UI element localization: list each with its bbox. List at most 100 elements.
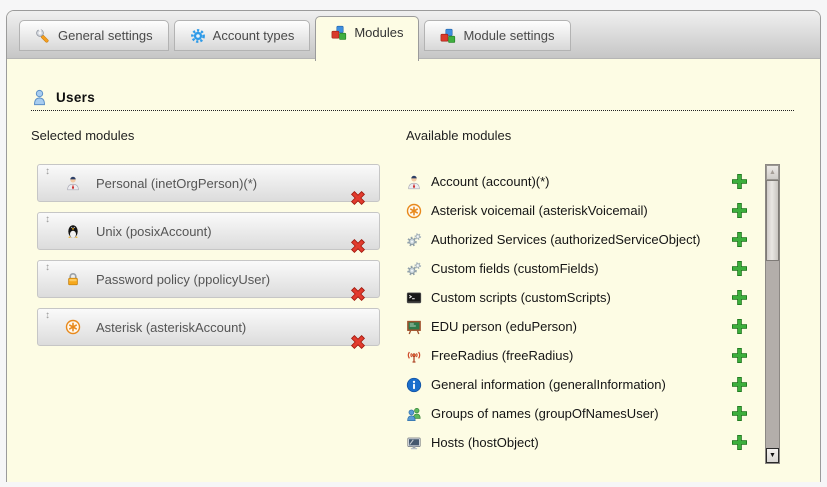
green-plus-icon	[731, 434, 748, 451]
person-icon	[406, 174, 422, 190]
scrollbar-up-button[interactable]: ▲	[766, 165, 779, 180]
add-module-button[interactable]	[731, 318, 748, 335]
gears-icon	[406, 261, 422, 277]
green-plus-icon	[731, 347, 748, 364]
tab-module-settings[interactable]: Module settings	[424, 20, 570, 51]
tab-label: Modules	[354, 25, 403, 40]
green-plus-icon	[731, 405, 748, 422]
available-module-row: Custom scripts (customScripts)	[406, 283, 751, 312]
tab-modules[interactable]: Modules	[315, 16, 419, 61]
available-module-label: Hosts (hostObject)	[431, 435, 731, 450]
add-module-button[interactable]	[731, 434, 748, 451]
tab-bar: General settings Account types Modules M…	[7, 11, 820, 59]
asterisk-icon	[406, 203, 422, 219]
drag-handle-icon[interactable]: ↕	[45, 262, 50, 274]
green-plus-icon	[731, 231, 748, 248]
green-plus-icon	[731, 260, 748, 277]
available-modules-scrollbar[interactable]: ▲ ▼	[765, 164, 780, 464]
remove-module-button[interactable]	[349, 318, 367, 336]
available-module-label: Account (account)(*)	[431, 174, 731, 189]
scroll-up-icon: ▲	[769, 169, 776, 176]
available-module-label: Asterisk voicemail (asteriskVoicemail)	[431, 203, 731, 218]
asterisk-icon	[65, 319, 81, 335]
chalkboard-icon	[406, 319, 422, 335]
add-module-button[interactable]	[731, 202, 748, 219]
green-plus-icon	[731, 376, 748, 393]
wrench-icon	[35, 28, 51, 44]
add-module-button[interactable]	[731, 260, 748, 277]
modules-icon	[440, 28, 456, 44]
tab-general-settings[interactable]: General settings	[19, 20, 169, 51]
computer-icon	[406, 435, 422, 451]
red-x-icon	[349, 285, 367, 303]
green-plus-icon	[731, 173, 748, 190]
add-module-button[interactable]	[731, 231, 748, 248]
available-module-row: Hosts (hostObject)	[406, 428, 751, 457]
green-plus-icon	[731, 202, 748, 219]
available-module-label: Groups of names (groupOfNamesUser)	[431, 406, 731, 421]
gears-icon	[406, 232, 422, 248]
available-module-label: FreeRadius (freeRadius)	[431, 348, 731, 363]
users-section-header: Users	[31, 89, 794, 111]
available-module-label: General information (generalInformation)	[431, 377, 731, 392]
available-modules-heading: Available modules	[406, 128, 511, 143]
remove-module-button[interactable]	[349, 222, 367, 240]
tux-icon	[65, 223, 81, 239]
selected-module-item[interactable]: ↕ Asterisk (asteriskAccount)	[37, 308, 380, 346]
add-module-button[interactable]	[731, 173, 748, 190]
selected-module-item[interactable]: ↕ Unix (posixAccount)	[37, 212, 380, 250]
available-module-row: Asterisk voicemail (asteriskVoicemail)	[406, 196, 751, 225]
red-x-icon	[349, 189, 367, 207]
available-module-row: FreeRadius (freeRadius)	[406, 341, 751, 370]
info-icon	[406, 377, 422, 393]
drag-handle-icon[interactable]: ↕	[45, 310, 50, 322]
add-module-button[interactable]	[731, 405, 748, 422]
scrollbar-thumb[interactable]	[766, 180, 779, 261]
selected-module-label: Unix (posixAccount)	[96, 224, 349, 239]
tab-label: Account types	[213, 28, 295, 43]
drag-handle-icon[interactable]: ↕	[45, 214, 50, 226]
terminal-icon	[406, 290, 422, 306]
available-module-row: Account (account)(*)	[406, 167, 751, 196]
add-module-button[interactable]	[731, 289, 748, 306]
selected-modules-heading: Selected modules	[31, 128, 134, 143]
available-module-label: EDU person (eduPerson)	[431, 319, 731, 334]
drag-handle-icon[interactable]: ↕	[45, 166, 50, 178]
tab-account-types[interactable]: Account types	[174, 20, 311, 51]
available-module-row: General information (generalInformation)	[406, 370, 751, 399]
red-x-icon	[349, 237, 367, 255]
tab-label: General settings	[58, 28, 153, 43]
available-module-label: Custom scripts (customScripts)	[431, 290, 731, 305]
selected-modules-list: ↕ Personal (inetOrgPerson)(*) ↕ Unix (po…	[37, 164, 380, 356]
available-modules-list: Account (account)(*) Asterisk voicemail …	[406, 167, 751, 457]
red-x-icon	[349, 333, 367, 351]
selected-module-label: Asterisk (asteriskAccount)	[96, 320, 349, 335]
add-module-button[interactable]	[731, 376, 748, 393]
green-plus-icon	[731, 318, 748, 335]
remove-module-button[interactable]	[349, 270, 367, 288]
user-icon	[31, 89, 48, 106]
person-icon	[65, 175, 81, 191]
group-icon	[406, 406, 422, 422]
selected-module-item[interactable]: ↕ Password policy (ppolicyUser)	[37, 260, 380, 298]
lock-icon	[65, 271, 81, 287]
available-module-row: EDU person (eduPerson)	[406, 312, 751, 341]
antenna-icon	[406, 348, 422, 364]
selected-module-item[interactable]: ↕ Personal (inetOrgPerson)(*)	[37, 164, 380, 202]
scroll-down-icon: ▼	[769, 452, 776, 459]
modules-icon	[331, 25, 347, 41]
selected-module-label: Personal (inetOrgPerson)(*)	[96, 176, 349, 191]
green-plus-icon	[731, 289, 748, 306]
add-module-button[interactable]	[731, 347, 748, 364]
gear-icon	[190, 28, 206, 44]
section-title: Users	[56, 90, 95, 105]
settings-panel: General settings Account types Modules M…	[6, 10, 821, 482]
available-module-label: Custom fields (customFields)	[431, 261, 731, 276]
available-module-row: Groups of names (groupOfNamesUser)	[406, 399, 751, 428]
available-module-row: Authorized Services (authorizedServiceOb…	[406, 225, 751, 254]
selected-module-label: Password policy (ppolicyUser)	[96, 272, 349, 287]
scrollbar-down-button[interactable]: ▼	[766, 448, 779, 463]
tab-label: Module settings	[463, 28, 554, 43]
available-module-row: Custom fields (customFields)	[406, 254, 751, 283]
remove-module-button[interactable]	[349, 174, 367, 192]
